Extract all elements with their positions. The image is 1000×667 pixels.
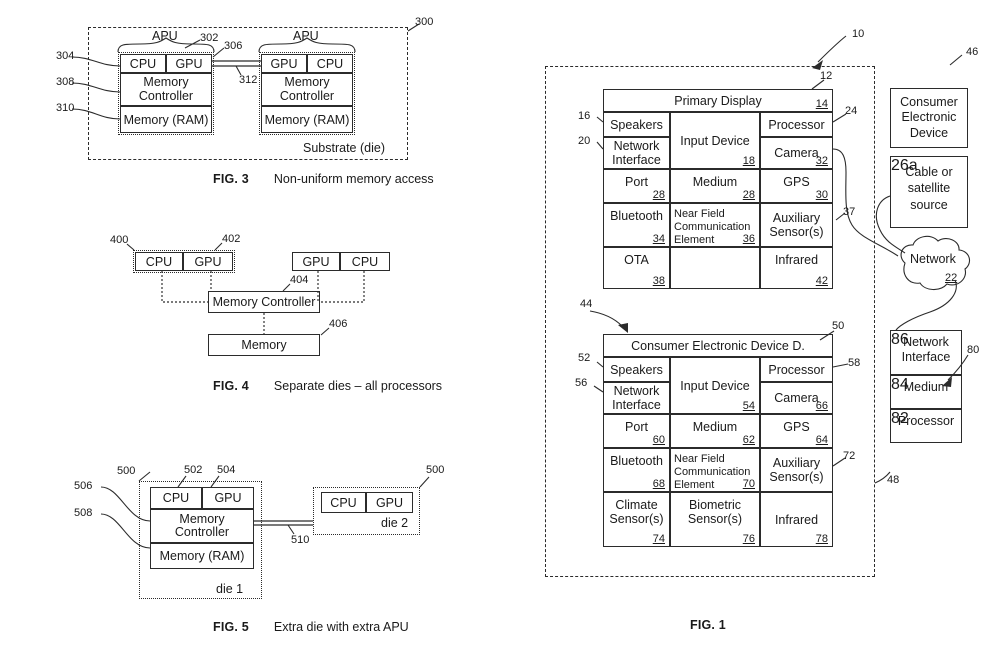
fig1-caption: FIG. 1 — [690, 618, 726, 632]
patent-drawing-sheet: CPU GPU Memory Controller Memory (RAM) G… — [0, 0, 1000, 667]
fig1-small-leaders — [949, 54, 963, 66]
fig1-caption-label: FIG. 1 — [690, 618, 726, 632]
